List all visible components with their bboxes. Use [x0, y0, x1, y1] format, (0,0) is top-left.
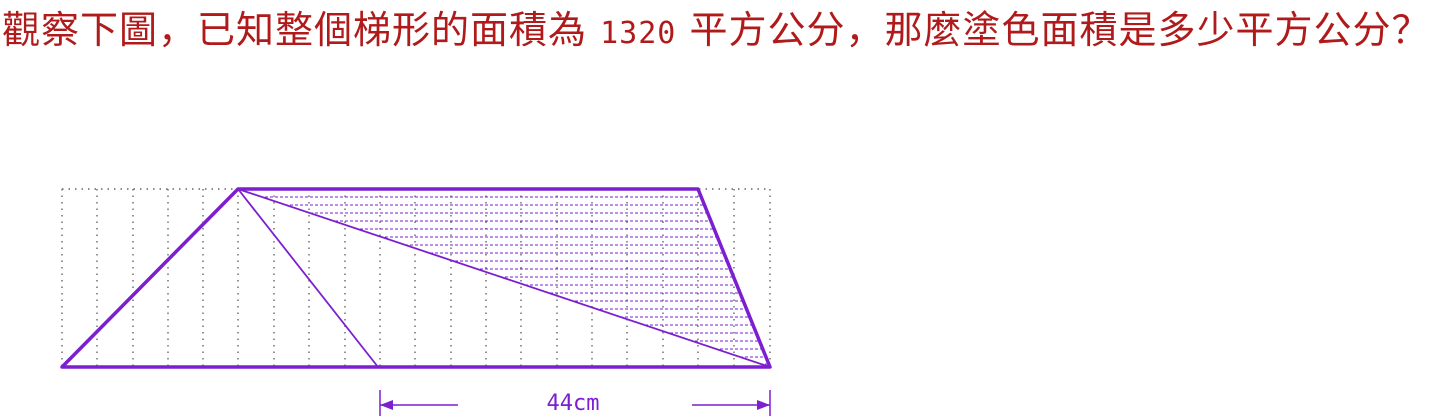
dotted-grid — [61, 188, 771, 367]
diagonal-to-corner — [237, 188, 771, 368]
diagonal-to-midpoint — [237, 188, 379, 368]
trapezoid-figure: 44cm — [60, 187, 772, 416]
dimension-label: 44cm — [547, 391, 600, 416]
